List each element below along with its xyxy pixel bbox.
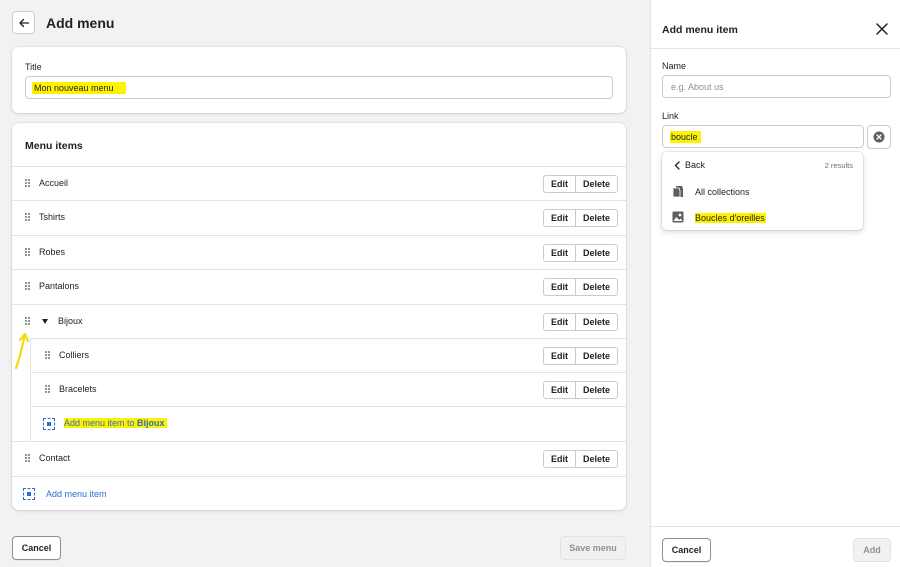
add-nested-item-link[interactable]: Add menu item to Bijoux — [64, 418, 167, 428]
drag-handle-icon[interactable] — [45, 385, 51, 393]
close-icon[interactable] — [875, 22, 889, 36]
menu-item-row: Robes Edit Delete — [12, 235, 626, 269]
add-menu-item-panel: Add menu item Name e.g. About us Link bo… — [650, 0, 900, 567]
delete-button[interactable]: Delete — [574, 382, 617, 398]
title-card: Title Mon nouveau menu — [12, 47, 626, 113]
item-actions: Edit Delete — [542, 244, 618, 262]
edit-button[interactable]: Edit — [544, 210, 575, 226]
item-actions: Edit Delete — [542, 450, 618, 468]
item-actions: Edit Delete — [542, 209, 618, 227]
panel-add-button[interactable]: Add — [853, 538, 891, 562]
arrow-left-icon — [18, 18, 29, 27]
drag-handle-icon[interactable] — [25, 454, 31, 462]
title-input[interactable]: Mon nouveau menu — [25, 76, 613, 99]
nested-menu-item-row: Colliers Edit Delete — [31, 338, 626, 372]
delete-button[interactable]: Delete — [574, 245, 617, 261]
menu-item-label: Contact — [39, 453, 71, 463]
edit-button[interactable]: Edit — [544, 279, 575, 295]
add-item-icon — [23, 488, 35, 500]
drag-handle-icon[interactable] — [25, 179, 31, 187]
edit-button[interactable]: Edit — [544, 245, 575, 261]
menu-item-row: Pantalons Edit Delete — [12, 269, 626, 303]
add-nested-item-row[interactable]: Add menu item to Bijoux — [31, 406, 626, 440]
caret-down-icon[interactable] — [42, 319, 48, 324]
main-area: Add menu Title Mon nouveau menu Menu ite… — [0, 0, 650, 567]
back-label: Back — [685, 160, 706, 170]
title-label: Title — [25, 62, 42, 72]
panel-title: Add menu item — [662, 24, 738, 36]
item-actions: Edit Delete — [542, 278, 618, 296]
back-button[interactable] — [12, 11, 35, 34]
save-menu-button[interactable]: Save menu — [560, 536, 626, 560]
link-input[interactable]: boucle — [662, 125, 864, 148]
add-item-icon — [43, 418, 55, 430]
menu-item-label: Colliers — [59, 350, 90, 360]
menu-item-label: Pantalons — [39, 281, 80, 291]
delete-button[interactable]: Delete — [574, 279, 617, 295]
menu-item-label: Bijoux — [58, 316, 83, 326]
option-label: All collections — [695, 187, 750, 197]
option-label: Boucles d'oreilles — [695, 213, 766, 223]
annotation-arrow-icon — [14, 332, 30, 370]
drag-handle-icon[interactable] — [25, 282, 31, 290]
menu-item-row: Contact Edit Delete — [12, 441, 626, 475]
delete-button[interactable]: Delete — [574, 314, 617, 330]
nested-menu-item-row: Bracelets Edit Delete — [31, 372, 626, 406]
option-all-collections[interactable]: All collections — [672, 185, 852, 199]
add-nested-target: Bijoux — [137, 418, 165, 428]
menu-item-label: Bracelets — [59, 384, 97, 394]
link-results-dropdown: Back 2 results All collections Boucles d… — [662, 152, 863, 230]
menu-item-row: Tshirts Edit Delete — [12, 200, 626, 234]
drag-handle-icon[interactable] — [45, 351, 51, 359]
cancel-button[interactable]: Cancel — [12, 536, 61, 560]
drag-handle-icon[interactable] — [25, 213, 31, 221]
page-title: Add menu — [46, 15, 115, 31]
delete-button[interactable]: Delete — [574, 348, 617, 364]
panel-footer-divider — [651, 526, 900, 527]
item-actions: Edit Delete — [542, 381, 618, 399]
add-nested-prefix: Add menu item to — [64, 418, 138, 428]
panel-cancel-button[interactable]: Cancel — [662, 538, 711, 562]
chevron-left-icon — [674, 161, 680, 170]
drag-handle-icon[interactable] — [25, 317, 31, 325]
clear-circle-icon — [873, 131, 885, 143]
collections-icon — [672, 186, 683, 198]
edit-button[interactable]: Edit — [544, 176, 575, 192]
link-input-value: boucle — [670, 131, 701, 143]
delete-button[interactable]: Delete — [574, 451, 617, 467]
item-actions: Edit Delete — [542, 313, 618, 331]
results-count: 2 results — [824, 161, 853, 170]
menu-item-label: Accueil — [39, 178, 69, 188]
clear-link-button[interactable] — [867, 125, 891, 149]
image-icon — [672, 211, 684, 223]
edit-button[interactable]: Edit — [544, 314, 575, 330]
menu-items-heading: Menu items — [25, 140, 83, 152]
link-label: Link — [662, 111, 679, 121]
name-input[interactable]: e.g. About us — [662, 75, 891, 98]
drag-handle-icon[interactable] — [25, 248, 31, 256]
delete-button[interactable]: Delete — [574, 176, 617, 192]
item-actions: Edit Delete — [542, 175, 618, 193]
edit-button[interactable]: Edit — [544, 451, 575, 467]
menu-item-label: Tshirts — [39, 212, 66, 222]
panel-header-divider — [651, 48, 900, 49]
menu-items-card: Menu items Accueil Edit Delete Tshirts E… — [12, 123, 626, 510]
delete-button[interactable]: Delete — [574, 210, 617, 226]
add-item-row[interactable]: Add menu item — [12, 476, 626, 510]
edit-button[interactable]: Edit — [544, 382, 575, 398]
menu-item-label: Robes — [39, 247, 66, 257]
title-input-value: Mon nouveau menu — [32, 82, 126, 94]
name-placeholder: e.g. About us — [671, 82, 724, 92]
add-menu-item-link[interactable]: Add menu item — [46, 489, 107, 499]
option-boucles-doreilles[interactable]: Boucles d'oreilles — [672, 211, 852, 225]
item-actions: Edit Delete — [542, 347, 618, 365]
name-label: Name — [662, 61, 687, 71]
menu-item-row: Accueil Edit Delete — [12, 166, 626, 200]
edit-button[interactable]: Edit — [544, 348, 575, 364]
menu-item-row-expanded: Bijoux Edit Delete — [12, 304, 626, 338]
